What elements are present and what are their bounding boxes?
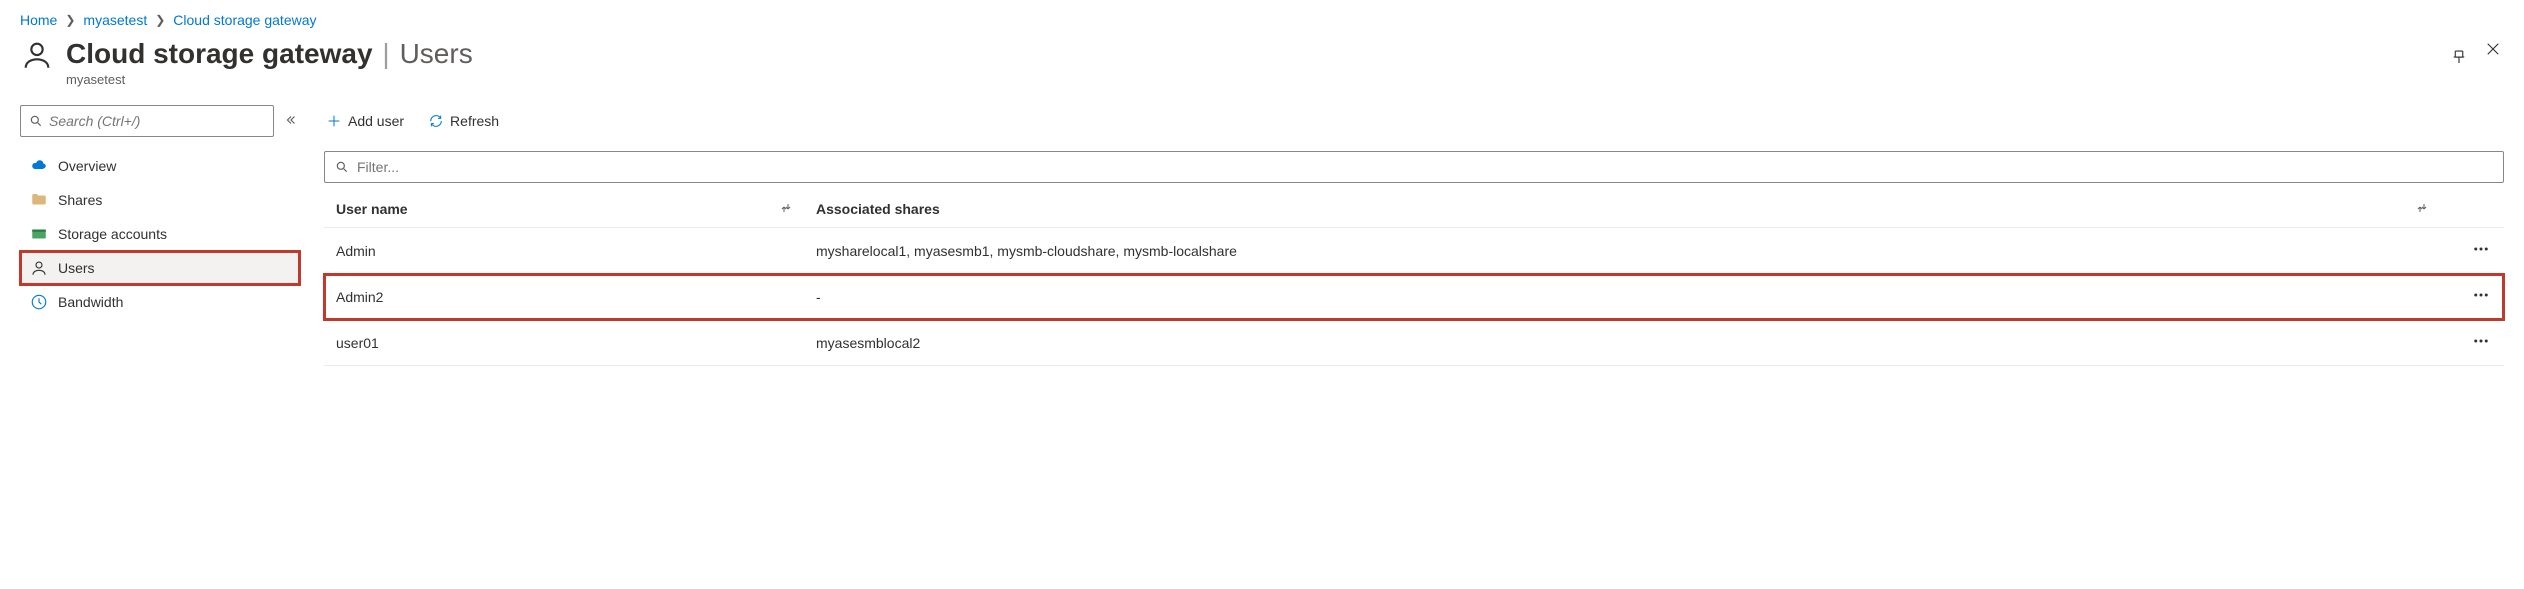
- column-label: User name: [336, 201, 408, 217]
- plus-icon: [326, 113, 342, 129]
- folder-icon: [30, 191, 48, 209]
- refresh-button[interactable]: Refresh: [426, 109, 501, 133]
- refresh-label: Refresh: [450, 113, 499, 129]
- sort-icon: [2416, 201, 2452, 217]
- breadcrumb: Home ❯ myasetest ❯ Cloud storage gateway: [20, 12, 2504, 28]
- sidebar-item-shares[interactable]: Shares: [20, 183, 300, 217]
- search-icon: [335, 160, 349, 174]
- row-more-button[interactable]: [2470, 238, 2492, 263]
- sidebar-item-bandwidth[interactable]: Bandwidth: [20, 285, 300, 319]
- title-separator: |: [376, 38, 395, 69]
- add-user-button[interactable]: Add user: [324, 109, 406, 133]
- chevron-right-icon: ❯: [65, 13, 75, 27]
- close-button[interactable]: [2482, 38, 2504, 63]
- cell-username: Admin: [336, 243, 816, 259]
- sidebar-search-input[interactable]: [49, 113, 265, 129]
- table-header: User name Associated shares: [324, 191, 2504, 228]
- cell-shares: myasesmblocal2: [816, 335, 2452, 351]
- sidebar-item-label: Bandwidth: [58, 294, 123, 310]
- cell-username: user01: [336, 335, 816, 351]
- sidebar-item-overview[interactable]: Overview: [20, 149, 300, 183]
- sidebar-item-label: Shares: [58, 192, 102, 208]
- page-title: Cloud storage gateway: [66, 38, 373, 69]
- user-icon: [20, 38, 54, 75]
- breadcrumb-link-home[interactable]: Home: [20, 12, 57, 28]
- storage-icon: [30, 225, 48, 243]
- sort-icon: [780, 201, 816, 217]
- sidebar: Overview Shares Storage accounts: [20, 105, 300, 366]
- main-content: Add user Refresh User name: [324, 105, 2504, 366]
- add-user-label: Add user: [348, 113, 404, 129]
- breadcrumb-link-page[interactable]: Cloud storage gateway: [173, 12, 316, 28]
- cell-shares: -: [816, 289, 2452, 305]
- sidebar-item-label: Storage accounts: [58, 226, 167, 242]
- cell-shares: mysharelocal1, myasesmb1, mysmb-cloudsha…: [816, 243, 2452, 259]
- filter-box[interactable]: [324, 151, 2504, 183]
- page-header: Cloud storage gateway | Users myasetest: [20, 38, 2504, 87]
- column-label: Associated shares: [816, 201, 940, 217]
- column-header-username[interactable]: User name: [336, 201, 816, 217]
- page-subtitle: Users: [400, 38, 473, 69]
- more-icon: [2472, 240, 2490, 258]
- more-icon: [2472, 286, 2490, 304]
- row-more-button[interactable]: [2470, 330, 2492, 355]
- sidebar-item-storage-accounts[interactable]: Storage accounts: [20, 217, 300, 251]
- table-row[interactable]: Admin mysharelocal1, myasesmb1, mysmb-cl…: [324, 228, 2504, 274]
- user-icon: [30, 259, 48, 277]
- collapse-sidebar-button[interactable]: [282, 111, 300, 132]
- sidebar-nav: Overview Shares Storage accounts: [20, 149, 300, 319]
- cell-username: Admin2: [336, 289, 816, 305]
- filter-input[interactable]: [357, 159, 2493, 175]
- sidebar-item-label: Overview: [58, 158, 116, 174]
- pin-button[interactable]: [2448, 46, 2470, 71]
- refresh-icon: [428, 113, 444, 129]
- sidebar-item-users[interactable]: Users: [20, 251, 300, 285]
- column-header-shares[interactable]: Associated shares: [816, 201, 2452, 217]
- sidebar-search[interactable]: [20, 105, 274, 137]
- cloud-icon: [30, 157, 48, 175]
- bandwidth-icon: [30, 293, 48, 311]
- table-row[interactable]: user01 myasesmblocal2: [324, 320, 2504, 366]
- toolbar: Add user Refresh: [324, 105, 2504, 137]
- chevron-right-icon: ❯: [155, 13, 165, 27]
- search-icon: [29, 114, 43, 128]
- breadcrumb-link-resource[interactable]: myasetest: [83, 12, 147, 28]
- resource-name: myasetest: [66, 72, 2416, 87]
- sidebar-item-label: Users: [58, 260, 95, 276]
- table-row[interactable]: Admin2 -: [324, 274, 2504, 320]
- more-icon: [2472, 332, 2490, 350]
- row-more-button[interactable]: [2470, 284, 2492, 309]
